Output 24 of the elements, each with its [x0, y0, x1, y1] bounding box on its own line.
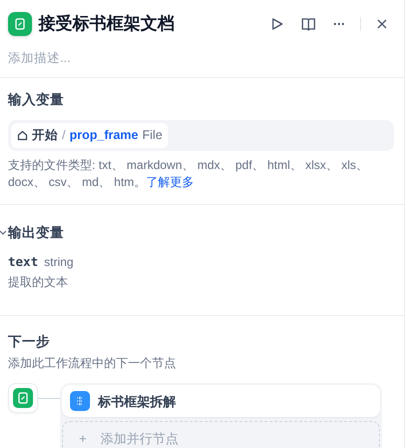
- variable-name: prop_frame: [69, 127, 138, 144]
- file-types-hint: 支持的文件类型: txt、 markdown、 mdx、 pdf、 html、 xlsx、 xls、 docx、 csv、 md、 htm。了解更多: [8, 156, 370, 190]
- more-icon: [332, 22, 344, 26]
- variable-type: File: [142, 127, 162, 144]
- next-node[interactable]: 标书框架拆解: [62, 385, 380, 418]
- variable-type: string: [44, 254, 74, 269]
- learn-more-link[interactable]: 了解更多: [146, 174, 194, 189]
- home-icon: [17, 130, 28, 141]
- variable-tag[interactable]: 开始 / prop_frame File: [11, 123, 168, 148]
- section-title: 下一步: [8, 333, 51, 352]
- node-icon: [8, 383, 38, 414]
- separator: /: [62, 127, 66, 144]
- variable-source: 开始: [32, 127, 58, 144]
- section-title: 输入变量: [8, 90, 65, 109]
- section-title: 输出变量: [8, 224, 65, 242]
- book-icon: [300, 17, 316, 31]
- section-subtitle: 添加此工作流程中的下一个节点: [8, 354, 177, 372]
- close-icon: [376, 18, 388, 30]
- node-title: 接受标书框架文档: [38, 13, 176, 36]
- play-icon: [270, 17, 284, 31]
- chevron-icon[interactable]: [0, 228, 6, 236]
- variable-name: text: [8, 254, 38, 269]
- document-icon: [8, 12, 32, 36]
- variable-description: 提取的文本: [8, 274, 69, 292]
